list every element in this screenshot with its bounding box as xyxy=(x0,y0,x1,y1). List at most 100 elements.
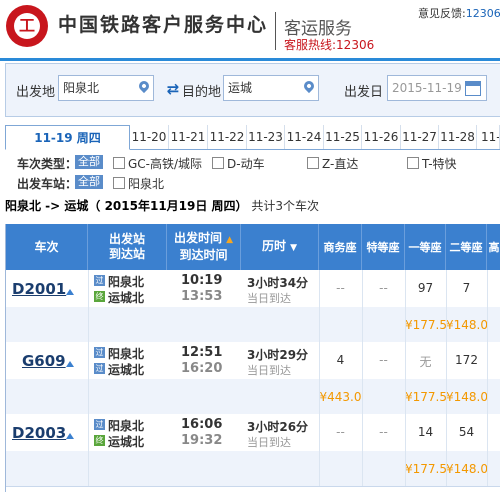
railway-logo-icon[interactable]: 工 xyxy=(6,5,48,47)
tab-date[interactable]: 11-24 xyxy=(285,125,324,149)
second-class-price: ¥148.0 xyxy=(446,462,488,476)
tab-date[interactable]: 11-23 xyxy=(247,125,285,149)
arrive-time: 19:32 xyxy=(181,433,223,448)
first-class-seats: 14 xyxy=(417,425,434,439)
col-business-header: 商务座 xyxy=(319,224,362,270)
departure-station-label: 出发车站： xyxy=(17,177,78,191)
to-station-value: 运城 xyxy=(228,81,253,95)
expand-stops-icon[interactable] xyxy=(66,361,74,367)
type-gc-label: GC-高铁/城际 xyxy=(128,157,203,171)
to-station[interactable]: 运城北 xyxy=(108,433,144,450)
tab-date[interactable]: 11-22 xyxy=(208,125,247,149)
train-number-link[interactable]: D2001 xyxy=(12,280,66,298)
col-special-header: 特等座 xyxy=(362,224,405,270)
location-pin-icon xyxy=(136,78,152,94)
second-class-price: ¥148.0 xyxy=(446,390,488,404)
type-t-label: T-特快 xyxy=(422,157,457,171)
second-class-seats: 172 xyxy=(455,353,478,367)
pass-station-icon: 过 xyxy=(94,363,105,374)
sort-up-icon[interactable]: ▲ xyxy=(226,235,233,245)
location-pin-icon xyxy=(301,78,317,94)
arrive-time: 16:20 xyxy=(181,361,223,376)
price-row: ¥177.5 ¥148.0 xyxy=(6,451,500,487)
summary-date: （ 2015年11月19日 周四） xyxy=(88,199,248,213)
type-z-checkbox[interactable] xyxy=(307,157,319,169)
tab-date[interactable]: 11-26 xyxy=(362,125,401,149)
station-all-button[interactable]: 全部 xyxy=(75,175,103,189)
first-class-seats: 97 xyxy=(417,281,434,295)
from-station[interactable]: 阳泉北 xyxy=(108,417,144,434)
arrival-day: 当日到达 xyxy=(247,364,291,377)
to-station[interactable]: 运城北 xyxy=(108,289,144,306)
hotline-text: 客服热线:12306 xyxy=(284,38,375,52)
col-time-header[interactable]: 出发时间 ▲ 到达时间 xyxy=(167,224,241,270)
first-class-seats: 无 xyxy=(419,355,432,369)
station-option-label: 阳泉北 xyxy=(128,177,165,191)
tab-date[interactable]: 11-28 xyxy=(439,125,477,149)
summary-route: 阳泉北 -> 运城 xyxy=(5,199,89,213)
type-t-checkbox[interactable] xyxy=(407,157,419,169)
type-z-label: Z-直达 xyxy=(322,157,359,171)
to-station[interactable]: 运城北 xyxy=(108,361,144,378)
swap-stations-icon[interactable]: ⇄ xyxy=(165,81,181,97)
col-arrive-time-label: 到达时间 xyxy=(179,248,228,262)
price-row: ¥177.5 ¥148.0 xyxy=(6,307,500,343)
result-summary: 阳泉北 -> 运城（ 2015年11月19日 周四） 共计3个车次 xyxy=(5,197,319,214)
col-second-label: 二等座 xyxy=(449,240,483,254)
tab-date[interactable]: 11-25 xyxy=(324,125,362,149)
col-train-header: 车次 xyxy=(6,224,88,270)
tab-date-active[interactable]: 11-19 周四 xyxy=(5,125,130,150)
tab-date[interactable]: 11-27 xyxy=(401,125,439,149)
date-tabs: 11-19 周四 11-20 11-21 11-22 11-23 11-24 1… xyxy=(5,125,500,150)
tab-date[interactable]: 11-2 xyxy=(477,125,500,149)
table-row[interactable]: D2003 过 阳泉北 终 运城北 16:06 19:32 3小时26分 当日到… xyxy=(6,414,500,452)
column-divider xyxy=(88,270,89,486)
col-train-label: 车次 xyxy=(34,239,59,254)
expand-stops-icon[interactable] xyxy=(66,289,74,295)
second-class-price: ¥148.0 xyxy=(446,318,488,332)
train-type-all-button[interactable]: 全部 xyxy=(75,155,103,169)
arrival-day: 当日到达 xyxy=(247,292,291,305)
from-station[interactable]: 阳泉北 xyxy=(108,345,144,362)
from-station-input[interactable]: 阳泉北 xyxy=(58,75,154,101)
type-d-label: D-动车 xyxy=(227,157,265,171)
col-duration-header[interactable]: 历时 ▼ xyxy=(241,224,319,270)
column-divider xyxy=(446,270,447,486)
sort-down-icon: ▼ xyxy=(290,242,298,253)
price-row: ¥443.0 ¥177.5 ¥148.0 xyxy=(6,379,500,415)
depart-time: 12:51 xyxy=(181,345,223,360)
first-class-price: ¥177.5 xyxy=(405,318,447,332)
date-label: 出发日 xyxy=(344,85,384,100)
from-label: 出发地 xyxy=(16,85,56,100)
type-gc-checkbox[interactable] xyxy=(113,157,125,169)
departure-date-input[interactable]: 2015-11-19 xyxy=(387,75,487,101)
departure-date-value: 2015-11-19 xyxy=(392,81,462,95)
type-d-checkbox[interactable] xyxy=(212,157,224,169)
table-row[interactable]: D2001 过 阳泉北 终 运城北 10:19 13:53 3小时34分 当日到… xyxy=(6,270,500,308)
train-number-link[interactable]: D2003 xyxy=(12,424,66,442)
table-row[interactable]: G609 过 阳泉北 过 运城北 12:51 16:20 3小时29分 当日到达… xyxy=(6,342,500,380)
calendar-icon[interactable] xyxy=(465,81,481,96)
feedback-number: 12306 xyxy=(465,7,500,20)
from-station[interactable]: 阳泉北 xyxy=(108,273,144,290)
tab-date[interactable]: 11-21 xyxy=(169,125,208,149)
col-special-label: 特等座 xyxy=(366,240,400,254)
train-number-link[interactable]: G609 xyxy=(22,352,66,370)
col-business-label: 商务座 xyxy=(323,240,357,254)
station-checkbox[interactable] xyxy=(113,177,125,189)
duration: 3小时29分 xyxy=(247,348,309,362)
depart-time: 16:06 xyxy=(181,417,223,432)
col-depart-time-label: 出发时间 xyxy=(173,231,222,245)
to-label: 目的地 xyxy=(182,85,222,100)
to-station-input[interactable]: 运城 xyxy=(223,75,319,101)
search-panel: 出发地 阳泉北 ⇄ 目的地 运城 出发日 2015-11-19 xyxy=(5,63,500,117)
expand-stops-icon[interactable] xyxy=(66,433,74,439)
feedback-link[interactable]: 意见反馈:12306 xyxy=(418,5,500,21)
train-type-label: 车次类型： xyxy=(17,157,78,171)
duration: 3小时26分 xyxy=(247,420,309,434)
feedback-label: 意见反馈: xyxy=(418,7,466,20)
tab-date[interactable]: 11-20 xyxy=(130,125,169,149)
col-duration-label: 历时 xyxy=(261,238,286,253)
site-title: 中国铁路客户服务中心 xyxy=(58,14,269,36)
second-class-seats: 54 xyxy=(458,425,475,439)
